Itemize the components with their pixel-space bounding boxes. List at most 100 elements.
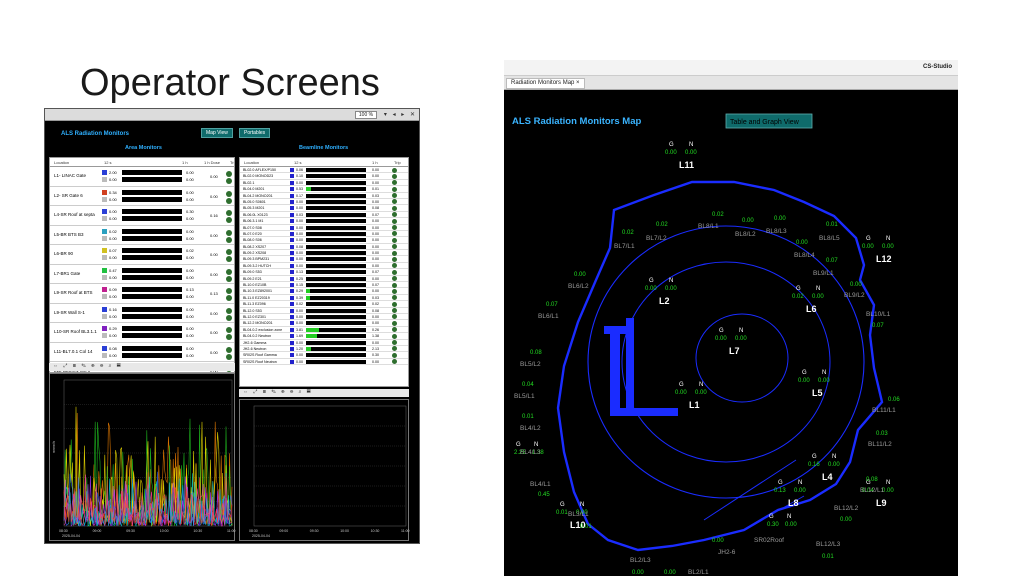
zoom-select[interactable]: 100 % [355,111,377,119]
neutron-label: N [798,480,802,486]
value-12s: 0.00 [296,257,303,262]
monitor-id-l7: L7 [729,346,740,356]
trip-led [226,171,232,177]
neutron-value: 0.00 [828,462,840,468]
trip-led [392,301,397,307]
gamma-label: G [778,480,783,486]
beam-location: SR02S Roof Neutron [243,359,277,364]
value-12s: 0.07 [109,248,117,253]
area-row[interactable]: L2- SR Gate 6 0.34 0.00 0.00 0.00 0.00 [50,187,234,206]
beam-table-header: Location 12 s 1 h Trip [240,158,408,167]
level-bar [122,189,182,195]
beam-trend-plot[interactable]: 08:30 09:00 09:30 10:00 10:30 11:00 2025-04-04 [239,399,410,541]
area-row[interactable]: L6-BR 90 0.07 0.00 0.02 0.00 0.00 [50,245,234,265]
value-1h: 0.00 [372,251,379,256]
value-1h: 0.00 [186,196,194,202]
value-12s: 0.08 [296,244,303,249]
trip-led [392,199,397,205]
area-location: L1- LINAC Gate [54,173,87,178]
display-toolbar: 100 % ▾ ◂ ▸ ✕ [45,109,419,121]
beam-location: BL09.3 BPM231 [243,257,270,262]
neutron-value: 0.00 [735,336,747,342]
value-1h: 0.30 [372,353,379,358]
trip-led [392,352,397,358]
area-location: L6-BR 90 [54,251,74,256]
area-row[interactable]: L4-SR Roof at septa 0.00 0.00 0.30 0.00 0.16 [50,206,234,226]
x-tick-label: 11:00 [227,529,236,533]
beamline-value: 0.00 [712,538,724,544]
neutron-label: N [739,328,743,334]
trip-led [392,256,397,262]
value-1h: 0.00 [186,333,194,338]
area-col-header: Location [54,160,70,165]
trip-led [226,334,232,340]
value-12s: 0.00 [109,235,117,241]
value-1h: 0.00 [186,216,194,221]
value-1h: 0.00 [186,235,194,241]
color-swatch [102,235,107,241]
monitor-id-l12: L12 [876,254,892,264]
level-bar [306,174,366,179]
value-1h: 0.00 [186,306,194,312]
color-swatch [290,270,294,275]
area-row[interactable]: L1- LINAC Gate 2.00 0.00 0.00 0.00 0.00 [50,167,234,187]
gamma-label: G [516,442,521,448]
area-row[interactable]: L9-SR Wall S-1 0.16 0.00 0.00 0.00 0.00 [50,304,234,323]
value-1h: 0.00 [372,263,379,268]
area-row[interactable]: L10-SR Roof BL3.1.1 0.29 0.00 0.00 0.00 0.00 [50,323,234,343]
value-1h: 0.00 [186,313,194,319]
level-bar [306,212,366,217]
level-bar [306,340,366,345]
beam-location: BL11.0 EZ20319 [243,295,270,300]
beam-location: BL02.0 AFLEX/P150 [243,168,276,172]
area-table-header: Location 12 s 1 h 1 h Dose Trip [50,158,234,167]
color-swatch [290,283,294,288]
level-bar [122,294,182,299]
value-1h: 2.13 [372,346,379,351]
beam-plot-toolbar[interactable]: ⇔ ⤢ ⊞ ✎ ⊕ ⊖ ⌕ ▤ [239,389,409,397]
trip-led [226,256,232,262]
area-row[interactable]: L7-BR1 Gate 0.47 0.00 0.00 0.00 0.00 [50,265,234,284]
trip-led [226,249,232,255]
level-bar [122,333,182,338]
gamma-label: G [796,286,801,292]
value-12s: 0.06 [296,168,303,172]
beamline-label: BL4/L3 [520,449,541,456]
value-12s: 0.00 [296,180,303,185]
area-row[interactable]: L5-BR BTS B3 0.02 0.00 0.00 0.00 0.00 [50,226,234,245]
area-row[interactable]: L9-SR Roof at BTS 0.09 0.00 0.13 0.00 0.13 [50,284,234,304]
value-12s: 0.00 [109,313,117,319]
value-1h: 0.00 [186,352,194,358]
trip-led [226,307,232,314]
value-1h: 0.00 [372,180,379,185]
beam-row[interactable]: SR02S Roof Neutron 0.00 0.00 [240,359,408,366]
trip-led [392,295,397,301]
beamline-label: BL8/L3 [766,228,787,235]
level-bar [306,187,366,192]
trip-led [392,340,397,346]
beam-location: BL09.2 XS208 [243,251,267,256]
level-bar [122,326,182,331]
neutron-value: 0.00 [882,244,894,250]
portables-button[interactable]: Portables [239,128,271,138]
value-12s: 0.15 [296,283,303,288]
monitor-id-l5: L5 [812,388,823,398]
monitor-id-l11: L11 [679,160,694,170]
tab-radiation-map[interactable]: Radiation Monitors Map × [506,78,585,89]
map-view-button[interactable]: Map View [201,128,233,138]
beamline-value: 0.00 [774,216,786,222]
color-swatch [290,334,294,339]
beamline-label: BL5/L2 [520,361,541,368]
gamma-value: 0.02 [792,294,804,300]
area-row[interactable]: L11-BL7.0.1 Col 14 0.08 0.00 0.00 0.00 0.00 [50,343,234,362]
beamline-value: 0.00 [664,570,676,576]
toolbar-icons[interactable]: ▾ ◂ ▸ ✕ [384,111,417,118]
color-swatch [102,306,107,312]
color-swatch [102,228,107,234]
beamline-value: 0.00 [850,282,862,288]
area-trend-plot[interactable]: 08:30 09:00 09:30 10:00 10:30 11:00 2025-04-04… [49,373,236,541]
plot-toolbar[interactable]: ⇔ ⤢ ⊞ ✎ ⊕ ⊖ ⌕ ▤ [49,363,235,371]
neutron-label: N [699,382,703,388]
level-bar [122,306,182,312]
value-12s: 0.00 [109,294,117,299]
